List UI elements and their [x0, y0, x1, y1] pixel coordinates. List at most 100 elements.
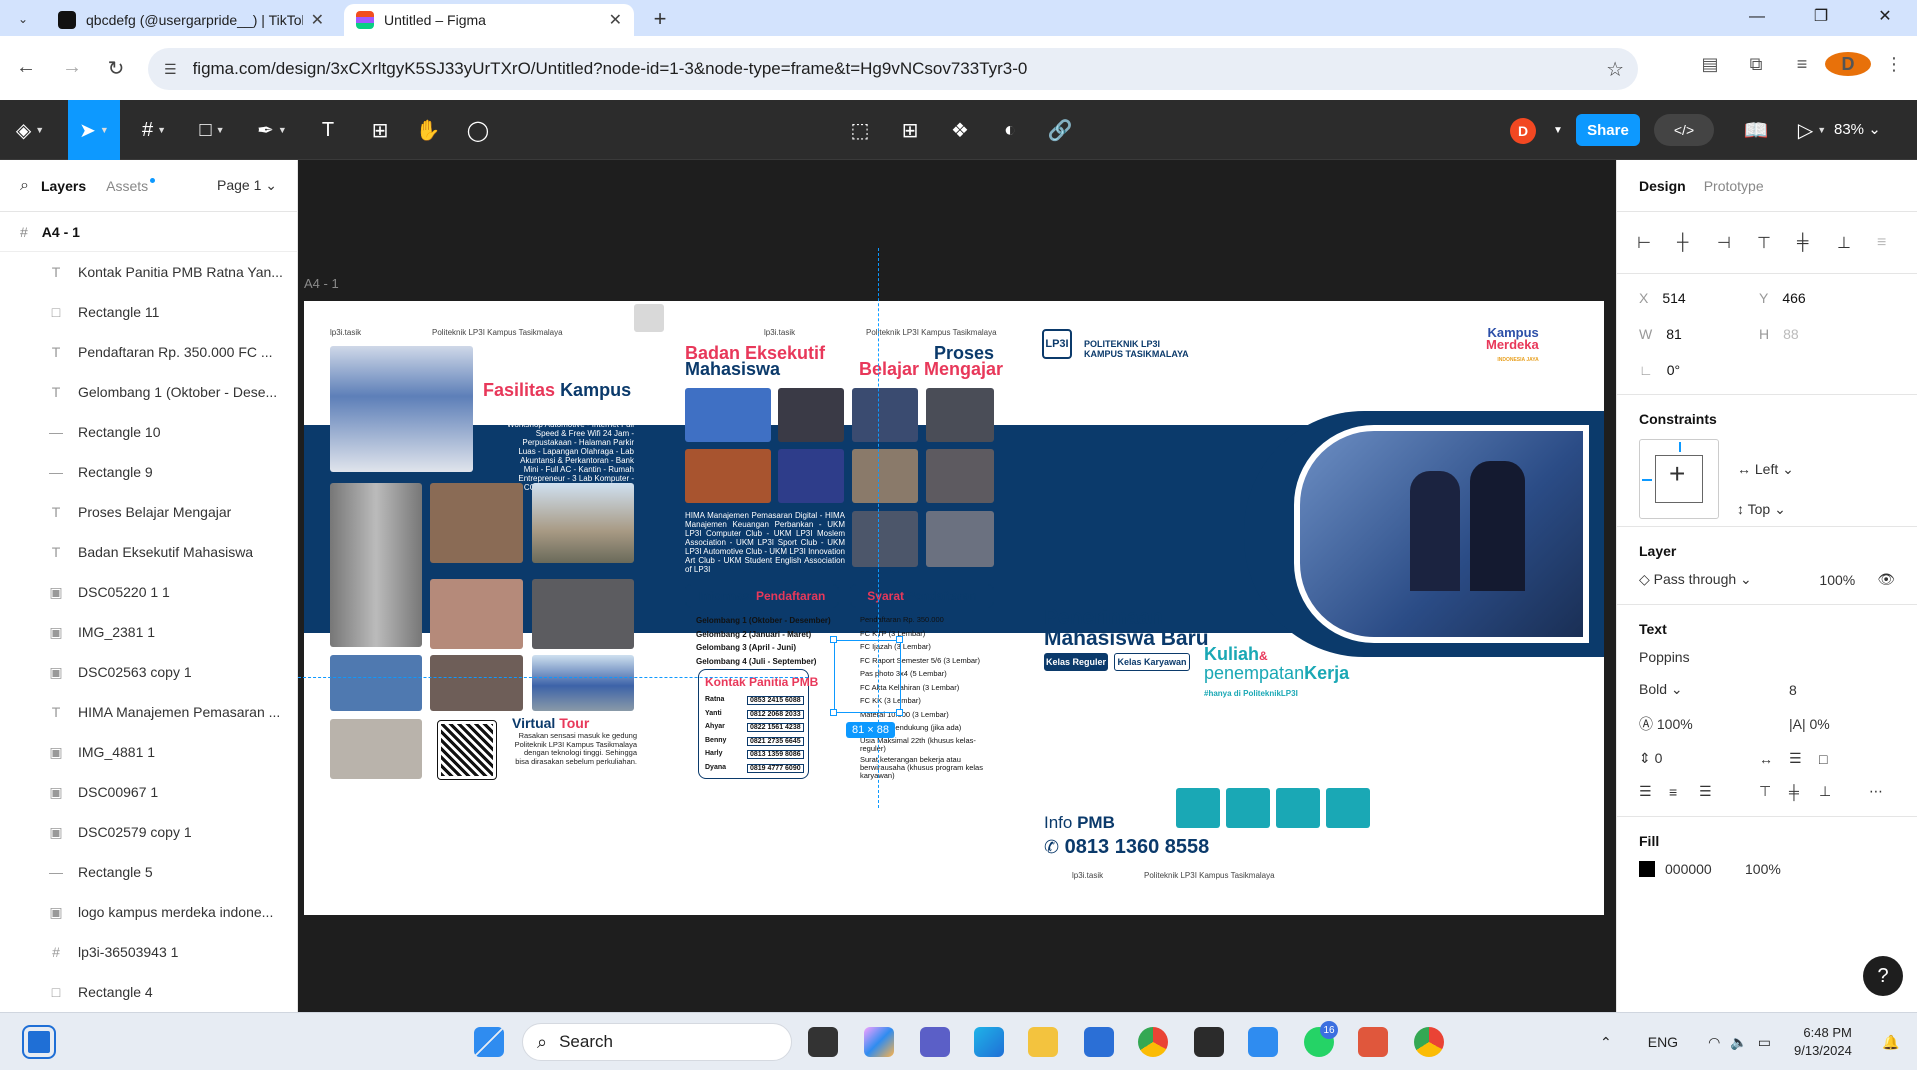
edge-icon[interactable]	[974, 1027, 1004, 1057]
frame-selection-icon[interactable]: ⬚	[844, 114, 876, 146]
campus-building-photo[interactable]	[330, 346, 473, 472]
elevator-photo[interactable]	[330, 483, 422, 647]
layer-item[interactable]: ▣ DSC00967 1	[0, 772, 297, 812]
text-align-middle-icon[interactable]: ╪	[1789, 784, 1819, 800]
volume-icon[interactable]: 🔈	[1730, 1034, 1747, 1051]
selection-box[interactable]	[834, 640, 901, 713]
file-explorer-icon[interactable]	[1028, 1027, 1058, 1057]
close-tab-icon[interactable]: ✕	[609, 10, 622, 30]
resize-handle[interactable]	[830, 636, 837, 643]
workshop-photo[interactable]	[430, 655, 523, 711]
back-arrow-icon[interactable]: ←	[12, 56, 40, 79]
photos-icon[interactable]	[1358, 1027, 1388, 1057]
font-weight-select[interactable]: Bold ⌄	[1639, 681, 1789, 698]
mask-icon[interactable]: ◐	[994, 114, 1026, 146]
y-field[interactable]: Y 466	[1759, 290, 1879, 306]
class-photo[interactable]	[926, 388, 994, 442]
move-tool-icon[interactable]: ➤ ▼	[68, 100, 120, 160]
constraint-horizontal[interactable]: ↔ Left ⌄	[1737, 449, 1794, 489]
layer-item[interactable]: T HIMA Manajemen Pemasaran ...	[0, 692, 297, 732]
taskbar-search[interactable]: ⌕ Search	[522, 1023, 792, 1061]
align-left-icon[interactable]: ⊢	[1637, 233, 1677, 253]
shape-tool-icon[interactable]: □ ▼	[196, 114, 228, 146]
class-photo[interactable]	[926, 449, 994, 503]
reading-list-icon[interactable]: ≡	[1779, 54, 1825, 75]
vscode-icon[interactable]	[1248, 1027, 1278, 1057]
text-align-bottom-icon[interactable]: ⊥	[1819, 783, 1869, 800]
building-photo[interactable]	[532, 655, 634, 711]
battery-icon[interactable]: ▭	[1758, 1034, 1771, 1051]
constraint-widget[interactable]: +	[1639, 439, 1719, 519]
tab-design[interactable]: Design	[1639, 178, 1686, 194]
constraint-vertical[interactable]: ↕ Top ⌄	[1737, 489, 1794, 529]
auto-width-icon[interactable]: ↔	[1759, 751, 1789, 767]
search-icon[interactable]: ⌕	[20, 177, 29, 195]
line-height-field[interactable]: Ⓐ 100%	[1639, 714, 1789, 734]
pen-tool-icon[interactable]: ✒ ▼	[256, 114, 288, 146]
widgets-icon[interactable]	[22, 1025, 56, 1059]
font-size-field[interactable]: 8	[1789, 682, 1797, 698]
bem-photo[interactable]	[778, 449, 844, 503]
frame-tool-icon[interactable]: # ▼	[138, 114, 170, 146]
artboard-a4[interactable]: lp3i.tasik Politeknik LP3I Kampus Tasikm…	[304, 301, 1604, 915]
classroom-photo[interactable]	[430, 579, 523, 649]
library-icon[interactable]: 📖	[1740, 114, 1772, 146]
blend-mode-select[interactable]: ◇ Pass through ⌄	[1639, 571, 1819, 588]
extensions-icon[interactable]: ⧉	[1733, 54, 1779, 75]
share-button[interactable]: Share	[1576, 114, 1640, 146]
comment-tool-icon[interactable]: ◯	[462, 114, 494, 146]
distribute-icon[interactable]: ≡	[1877, 234, 1917, 252]
task-view-icon[interactable]	[808, 1027, 838, 1057]
align-bottom-icon[interactable]: ⊥	[1837, 233, 1877, 253]
url-bar[interactable]: ☰ figma.com/design/3xCXrltgyK5SJ33yUrTXr…	[148, 48, 1638, 90]
layer-item[interactable]: — Rectangle 10	[0, 412, 297, 452]
align-center-h-icon[interactable]: ┼	[1677, 234, 1717, 252]
layer-item[interactable]: T Kontak Panitia PMB Ratna Yan...	[0, 252, 297, 292]
qr-code[interactable]	[437, 720, 497, 780]
dev-mode-toggle[interactable]: </>	[1654, 114, 1714, 146]
tab-tiktok[interactable]: qbcdefg (@usergarpride__) | TikTok ✕	[46, 4, 336, 36]
text-align-center-icon[interactable]: ≡	[1669, 784, 1699, 800]
close-window-icon[interactable]: ✕	[1853, 0, 1917, 36]
placeholder-rectangle[interactable]	[634, 304, 664, 332]
tray-overflow-icon[interactable]: ⌃	[1600, 1034, 1612, 1051]
layer-item[interactable]: ▣ DSC05220 1 1	[0, 572, 297, 612]
main-menu-icon[interactable]: ◈ ▼	[14, 114, 46, 146]
font-family-row[interactable]: Poppins	[1639, 649, 1895, 681]
x-field[interactable]: X 514	[1639, 290, 1759, 306]
resize-handle[interactable]	[896, 636, 903, 643]
rotation-field[interactable]: ∟ 0°	[1639, 362, 1759, 378]
fill-opacity[interactable]: 100%	[1745, 861, 1781, 877]
close-tab-icon[interactable]: ✕	[311, 10, 324, 30]
paragraph-spacing-field[interactable]: ⇕ 0	[1639, 750, 1759, 767]
component-icon[interactable]: ❖	[944, 114, 976, 146]
class-photo[interactable]	[926, 511, 994, 567]
bem-photo[interactable]	[685, 388, 771, 442]
present-play-icon[interactable]: ▷ ▼	[1796, 114, 1828, 146]
chrome-icon[interactable]	[1138, 1027, 1168, 1057]
layer-item[interactable]: # lp3i-36503943 1	[0, 932, 297, 972]
media-icon[interactable]: ▤	[1687, 54, 1733, 75]
help-button[interactable]: ?	[1863, 956, 1903, 996]
layer-item[interactable]: □ Rectangle 11	[0, 292, 297, 332]
layer-item[interactable]: T Proses Belajar Mengajar	[0, 492, 297, 532]
w-field[interactable]: W 81	[1639, 326, 1759, 342]
user-avatar[interactable]: D	[1510, 118, 1536, 144]
minimize-icon[interactable]: —	[1725, 0, 1789, 36]
align-top-icon[interactable]: ⊤	[1757, 233, 1797, 253]
mosque-photo[interactable]	[532, 483, 634, 563]
tab-figma[interactable]: Untitled – Figma ✕	[344, 4, 634, 36]
layer-item[interactable]: T Badan Eksekutif Mahasiswa	[0, 532, 297, 572]
canteen-photo[interactable]	[330, 719, 422, 779]
layer-item[interactable]: □ Rectangle 4	[0, 972, 297, 1012]
resources-icon[interactable]: ⊞	[364, 114, 396, 146]
more-menu-icon[interactable]: ⋮	[1871, 54, 1917, 75]
layer-item[interactable]: ▣ DSC02579 copy 1	[0, 812, 297, 852]
notification-bell-icon[interactable]: 🔔	[1882, 1013, 1899, 1070]
design-canvas[interactable]: A4 - 1 lp3i.tasik Politeknik LP3I Kampus…	[298, 160, 1616, 1012]
align-middle-v-icon[interactable]: ╪	[1797, 234, 1837, 252]
teams-icon[interactable]	[920, 1027, 950, 1057]
layer-frame-a4[interactable]: # A4 - 1	[0, 212, 297, 252]
copilot-icon[interactable]	[864, 1027, 894, 1057]
layer-item[interactable]: T Pendaftaran Rp. 350.000 FC ...	[0, 332, 297, 372]
